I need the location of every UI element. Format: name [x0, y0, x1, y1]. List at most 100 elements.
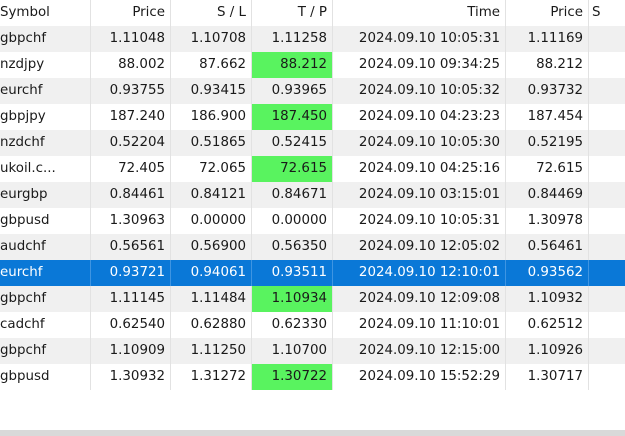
cell-stop-loss: 87.662	[171, 52, 252, 78]
cell-time: 2024.09.10 10:05:32	[333, 78, 506, 104]
column-header-price[interactable]: Price	[91, 0, 171, 26]
cell-close-price: 0.93732	[506, 78, 589, 104]
cell-take-profit: 0.62330	[252, 312, 333, 338]
cell-symbol: ukoil.c...	[0, 156, 91, 182]
table-row[interactable]: gbpusd 1.30932 1.31272 1.30722 2024.09.10 15…	[0, 364, 625, 390]
cell-take-profit: 0.93965	[252, 78, 333, 104]
cell-stop-loss: 1.11250	[171, 338, 252, 364]
cell-price: 1.10909	[91, 338, 171, 364]
cell-time: 2024.09.10 12:05:02	[333, 234, 506, 260]
cell-time: 2024.09.10 04:23:23	[333, 104, 506, 130]
cell-take-profit: 187.450	[252, 104, 333, 130]
table-row[interactable]: eurgbp 0.84461 0.84121 0.84671 2024.09.10 03…	[0, 182, 625, 208]
cell-truncated	[589, 286, 625, 312]
horizontal-scrollbar[interactable]	[0, 430, 625, 436]
cell-symbol: gbpchf	[0, 338, 91, 364]
cell-time: 2024.09.10 10:05:30	[333, 130, 506, 156]
cell-stop-loss: 1.10708	[171, 26, 252, 52]
cell-truncated	[589, 364, 625, 390]
column-header-close-price[interactable]: Price	[506, 0, 589, 26]
cell-symbol: gbpusd	[0, 364, 91, 390]
cell-symbol: gbpchf	[0, 26, 91, 52]
cell-stop-loss: 0.94061	[171, 260, 252, 286]
table-header: Symbol Price S / L T / P Time Price S	[0, 0, 625, 26]
cell-stop-loss: 0.51865	[171, 130, 252, 156]
table-row[interactable]: eurchf 0.93755 0.93415 0.93965 2024.09.10 10…	[0, 78, 625, 104]
cell-price: 0.52204	[91, 130, 171, 156]
cell-stop-loss: 1.31272	[171, 364, 252, 390]
cell-stop-loss: 0.56900	[171, 234, 252, 260]
column-header-symbol[interactable]: Symbol	[0, 0, 91, 26]
cell-time: 2024.09.10 12:15:00	[333, 338, 506, 364]
cell-take-profit: 0.52415	[252, 130, 333, 156]
cell-price: 0.56561	[91, 234, 171, 260]
column-header-truncated[interactable]: S	[589, 0, 625, 26]
cell-take-profit: 0.56350	[252, 234, 333, 260]
cell-symbol: audchf	[0, 234, 91, 260]
table-row[interactable]: nzdjpy 88.002 87.662 88.212 2024.09.10 09:34…	[0, 52, 625, 78]
cell-truncated	[589, 208, 625, 234]
cell-close-price: 88.212	[506, 52, 589, 78]
cell-time: 2024.09.10 04:25:16	[333, 156, 506, 182]
column-header-time[interactable]: Time	[333, 0, 506, 26]
column-header-stop-loss[interactable]: S / L	[171, 0, 252, 26]
cell-symbol: nzdjpy	[0, 52, 91, 78]
cell-close-price: 72.615	[506, 156, 589, 182]
cell-price: 0.93755	[91, 78, 171, 104]
trade-history-table: Symbol Price S / L T / P Time Price S gb…	[0, 0, 625, 390]
cell-time: 2024.09.10 10:05:31	[333, 26, 506, 52]
table-row[interactable]: gbpusd 1.30963 0.00000 0.00000 2024.09.10 10…	[0, 208, 625, 234]
cell-close-price: 0.62512	[506, 312, 589, 338]
table-row[interactable]: gbpchf 1.11048 1.10708 1.11258 2024.09.10 10…	[0, 26, 625, 52]
cell-truncated	[589, 104, 625, 130]
table-row[interactable]: gbpchf 1.11145 1.11484 1.10934 2024.09.10 12…	[0, 286, 625, 312]
cell-price: 0.84461	[91, 182, 171, 208]
cell-take-profit: 0.00000	[252, 208, 333, 234]
cell-take-profit: 0.84671	[252, 182, 333, 208]
cell-truncated	[589, 52, 625, 78]
cell-close-price: 0.56461	[506, 234, 589, 260]
table-row[interactable]: cadchf 0.62540 0.62880 0.62330 2024.09.10 11…	[0, 312, 625, 338]
cell-symbol: eurchf	[0, 260, 91, 286]
table-row[interactable]: gbpchf 1.10909 1.11250 1.10700 2024.09.10 12…	[0, 338, 625, 364]
cell-close-price: 0.84469	[506, 182, 589, 208]
cell-take-profit: 1.30722	[252, 364, 333, 390]
cell-close-price: 1.30717	[506, 364, 589, 390]
cell-stop-loss: 72.065	[171, 156, 252, 182]
cell-truncated	[589, 156, 625, 182]
cell-stop-loss: 1.11484	[171, 286, 252, 312]
cell-price: 88.002	[91, 52, 171, 78]
cell-price: 1.30932	[91, 364, 171, 390]
cell-stop-loss: 0.62880	[171, 312, 252, 338]
table-row[interactable]: gbpjpy 187.240 186.900 187.450 2024.09.10 04…	[0, 104, 625, 130]
cell-truncated	[589, 78, 625, 104]
cell-stop-loss: 0.84121	[171, 182, 252, 208]
table-body: gbpchf 1.11048 1.10708 1.11258 2024.09.10 10…	[0, 26, 625, 390]
cell-price: 0.93721	[91, 260, 171, 286]
cell-close-price: 0.93562	[506, 260, 589, 286]
cell-truncated	[589, 182, 625, 208]
cell-take-profit: 88.212	[252, 52, 333, 78]
cell-price: 1.11048	[91, 26, 171, 52]
cell-symbol: gbpusd	[0, 208, 91, 234]
cell-close-price: 187.454	[506, 104, 589, 130]
cell-take-profit: 72.615	[252, 156, 333, 182]
cell-symbol: gbpchf	[0, 286, 91, 312]
cell-truncated	[589, 26, 625, 52]
cell-symbol: cadchf	[0, 312, 91, 338]
column-header-take-profit[interactable]: T / P	[252, 0, 333, 26]
table-row[interactable]: eurchf 0.93721 0.94061 0.93511 2024.09.10 12…	[0, 260, 625, 286]
cell-truncated	[589, 338, 625, 364]
table-row[interactable]: ukoil.c... 72.405 72.065 72.615 2024.09.10 0…	[0, 156, 625, 182]
cell-take-profit: 1.10700	[252, 338, 333, 364]
cell-close-price: 0.52195	[506, 130, 589, 156]
table-row[interactable]: audchf 0.56561 0.56900 0.56350 2024.09.10 12…	[0, 234, 625, 260]
cell-close-price: 1.10932	[506, 286, 589, 312]
table-row[interactable]: nzdchf 0.52204 0.51865 0.52415 2024.09.10 10…	[0, 130, 625, 156]
cell-stop-loss: 0.93415	[171, 78, 252, 104]
cell-time: 2024.09.10 10:05:31	[333, 208, 506, 234]
cell-symbol: gbpjpy	[0, 104, 91, 130]
cell-symbol: eurchf	[0, 78, 91, 104]
cell-symbol: eurgbp	[0, 182, 91, 208]
cell-take-profit: 1.11258	[252, 26, 333, 52]
